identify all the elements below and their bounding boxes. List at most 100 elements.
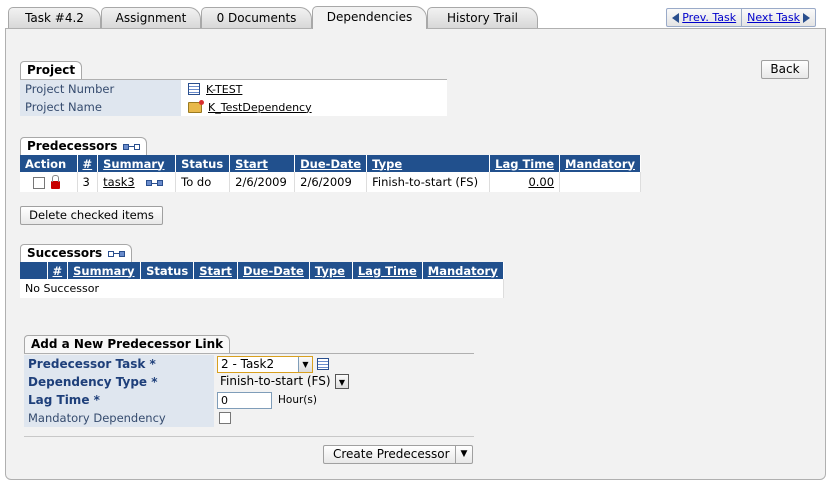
lag-time-row: Lag Time * 0 Hour(s) bbox=[24, 391, 474, 409]
row-mandatory bbox=[559, 172, 641, 192]
folder-icon bbox=[188, 99, 204, 113]
col-mandatory[interactable]: Mandatory bbox=[559, 155, 641, 172]
lag-time-input[interactable]: 0 bbox=[217, 391, 272, 409]
next-task-link[interactable]: Next Task bbox=[741, 9, 815, 26]
project-name-row: Project Name K_TestDependency bbox=[20, 98, 447, 116]
successors-section-title: Successors bbox=[20, 244, 133, 262]
predecessor-task-label: Predecessor Task * bbox=[24, 355, 214, 373]
tab-bar: Task #4.2 Assignment 0 Documents Depende… bbox=[0, 0, 831, 29]
col-type[interactable]: Type bbox=[309, 262, 353, 279]
list-icon bbox=[188, 83, 200, 95]
add-predecessor-title-text: Add a New Predecessor Link bbox=[31, 337, 224, 351]
create-predecessor-label: Create Predecessor bbox=[333, 447, 450, 461]
col-status: Status bbox=[175, 155, 231, 172]
project-name-label: Project Name bbox=[20, 98, 181, 116]
mandatory-cell bbox=[214, 409, 474, 427]
predecessor-task-select[interactable]: 2 - Task2 ▼ bbox=[217, 355, 313, 373]
next-task-label: Next Task bbox=[747, 10, 800, 24]
row-checkbox[interactable] bbox=[33, 176, 45, 189]
chevron-down-icon: ▼ bbox=[298, 356, 312, 372]
divider bbox=[24, 353, 474, 354]
mandatory-label: Mandatory Dependency bbox=[24, 409, 214, 427]
prev-task-label: Prev. Task bbox=[682, 10, 737, 24]
dependency-type-label: Dependency Type * bbox=[24, 373, 214, 391]
project-number-label: Project Number bbox=[20, 80, 181, 98]
lag-time-cell: 0 Hour(s) bbox=[214, 391, 474, 409]
col-summary[interactable]: Summary bbox=[97, 155, 177, 172]
dependency-type-select[interactable]: Finish-to-start (FS) ▼ bbox=[217, 373, 349, 391]
divider bbox=[24, 436, 474, 437]
link-icon[interactable] bbox=[108, 250, 126, 257]
delete-checked-button[interactable]: Delete checked items bbox=[20, 206, 163, 225]
arrow-left-icon bbox=[672, 12, 680, 23]
row-status: To do bbox=[175, 172, 231, 192]
table-header-row: Action # Summary Status Start Due-Date T… bbox=[20, 155, 641, 172]
tab-dependencies[interactable]: Dependencies bbox=[312, 6, 427, 29]
col-lag-time[interactable]: Lag Time bbox=[489, 155, 561, 172]
col-due-date[interactable]: Due-Date bbox=[294, 155, 368, 172]
lag-time-label: Lag Time * bbox=[24, 391, 214, 409]
row-due-date: 2/6/2009 bbox=[294, 172, 368, 192]
successors-title-text: Successors bbox=[27, 246, 103, 260]
predecessor-task-value: 2 - Task2 bbox=[221, 356, 275, 371]
col-number[interactable]: # bbox=[77, 155, 99, 172]
row-lag-time[interactable]: 0.00 bbox=[489, 172, 561, 192]
link-icon[interactable] bbox=[123, 143, 141, 150]
col-number[interactable]: # bbox=[47, 262, 69, 279]
table-header-row: # Summary Status Start Due-Date Type Lag… bbox=[20, 262, 504, 279]
arrow-right-icon bbox=[803, 12, 810, 23]
create-predecessor-button[interactable]: Create Predecessor ▼ bbox=[323, 445, 473, 464]
row-summary: task3 bbox=[97, 172, 177, 192]
col-type[interactable]: Type bbox=[366, 155, 491, 172]
prev-task-link[interactable]: Prev. Task bbox=[667, 9, 741, 26]
project-name-link[interactable]: K_TestDependency bbox=[208, 101, 312, 114]
dependency-type-row: Dependency Type * Finish-to-start (FS) ▼ bbox=[24, 373, 474, 391]
predecessors-title-text: Predecessors bbox=[27, 139, 118, 153]
tab-documents[interactable]: 0 Documents bbox=[201, 7, 312, 28]
project-number-value: K-TEST bbox=[181, 80, 447, 98]
predecessor-task-row: Predecessor Task * 2 - Task2 ▼ bbox=[24, 355, 474, 373]
summary-link[interactable]: task3 bbox=[103, 175, 135, 189]
dependency-type-cell: Finish-to-start (FS) ▼ bbox=[214, 373, 474, 391]
project-number-link[interactable]: K-TEST bbox=[206, 83, 242, 96]
table-row: 3 task3 To do 2/6/2009 2/6/2009 Finish-t… bbox=[20, 172, 641, 192]
project-title-text: Project bbox=[27, 63, 76, 77]
col-status: Status bbox=[140, 262, 195, 279]
chevron-down-icon: ▼ bbox=[335, 373, 349, 389]
task-nav: Prev. Task Next Task bbox=[666, 8, 816, 27]
mandatory-checkbox[interactable] bbox=[219, 412, 231, 424]
tab-history-trail[interactable]: History Trail bbox=[427, 7, 538, 28]
lock-icon bbox=[51, 174, 60, 189]
predecessors-table: Action # Summary Status Start Due-Date T… bbox=[20, 155, 641, 192]
no-successor-text: No Successor bbox=[20, 279, 504, 298]
mandatory-row: Mandatory Dependency bbox=[24, 409, 474, 427]
add-predecessor-section-title: Add a New Predecessor Link bbox=[24, 335, 231, 353]
tab-task[interactable]: Task #4.2 bbox=[8, 7, 101, 28]
tab-assignment[interactable]: Assignment bbox=[101, 7, 201, 28]
col-mandatory[interactable]: Mandatory bbox=[422, 262, 504, 279]
project-number-row: Project Number K-TEST bbox=[20, 80, 447, 98]
dependency-type-value: Finish-to-start (FS) bbox=[220, 373, 331, 388]
project-section-title: Project bbox=[20, 61, 83, 79]
col-lag-time[interactable]: Lag Time bbox=[352, 262, 423, 279]
col-due-date[interactable]: Due-Date bbox=[237, 262, 310, 279]
row-start: 2/6/2009 bbox=[229, 172, 296, 192]
back-button[interactable]: Back bbox=[761, 60, 809, 79]
lag-time-unit: Hour(s) bbox=[278, 394, 317, 406]
row-number: 3 bbox=[77, 172, 99, 192]
chevron-down-icon[interactable]: ▼ bbox=[455, 446, 472, 463]
predecessors-section-title: Predecessors bbox=[20, 137, 148, 155]
col-start[interactable]: Start bbox=[193, 262, 238, 279]
col-summary[interactable]: Summary bbox=[67, 262, 142, 279]
table-row: No Successor bbox=[20, 279, 504, 298]
row-action bbox=[20, 172, 78, 192]
col-blank bbox=[20, 262, 48, 279]
successors-table: # Summary Status Start Due-Date Type Lag… bbox=[20, 262, 504, 298]
row-type: Finish-to-start (FS) bbox=[366, 172, 491, 192]
link-icon[interactable] bbox=[146, 180, 164, 186]
list-icon[interactable] bbox=[317, 358, 329, 370]
project-name-value: K_TestDependency bbox=[181, 98, 447, 116]
col-start[interactable]: Start bbox=[229, 155, 296, 172]
predecessor-task-cell: 2 - Task2 ▼ bbox=[214, 355, 474, 373]
col-action: Action bbox=[20, 155, 78, 172]
